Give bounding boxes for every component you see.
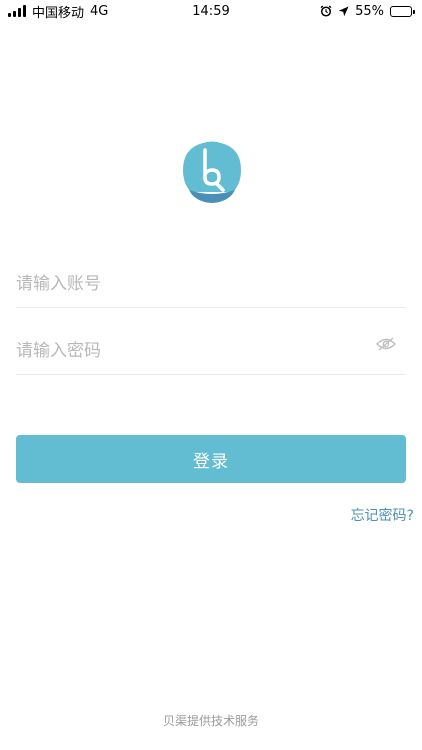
battery-percent: 55% [355,3,384,19]
app-logo-icon [183,141,241,203]
alarm-icon [320,5,332,17]
footer-text: 贝渠提供技术服务 [162,714,259,728]
account-input[interactable] [16,264,406,304]
account-field [16,264,406,308]
eye-icon[interactable] [376,337,396,351]
forgot-password-link[interactable]: 忘记密码? [351,505,414,525]
status-bar: 中国移动 4G 14:59 55% [0,0,422,22]
location-icon [338,6,349,16]
signal-icon [8,5,26,17]
status-bar-right: 55% [320,3,415,19]
password-field [16,331,406,375]
password-input[interactable] [16,331,406,371]
network-type: 4G [90,3,109,19]
battery-icon [390,5,415,17]
status-bar-left: 中国移动 4G [8,2,108,21]
carrier-name: 中国移动 [32,5,85,21]
login-button[interactable]: 登录 [16,435,406,483]
